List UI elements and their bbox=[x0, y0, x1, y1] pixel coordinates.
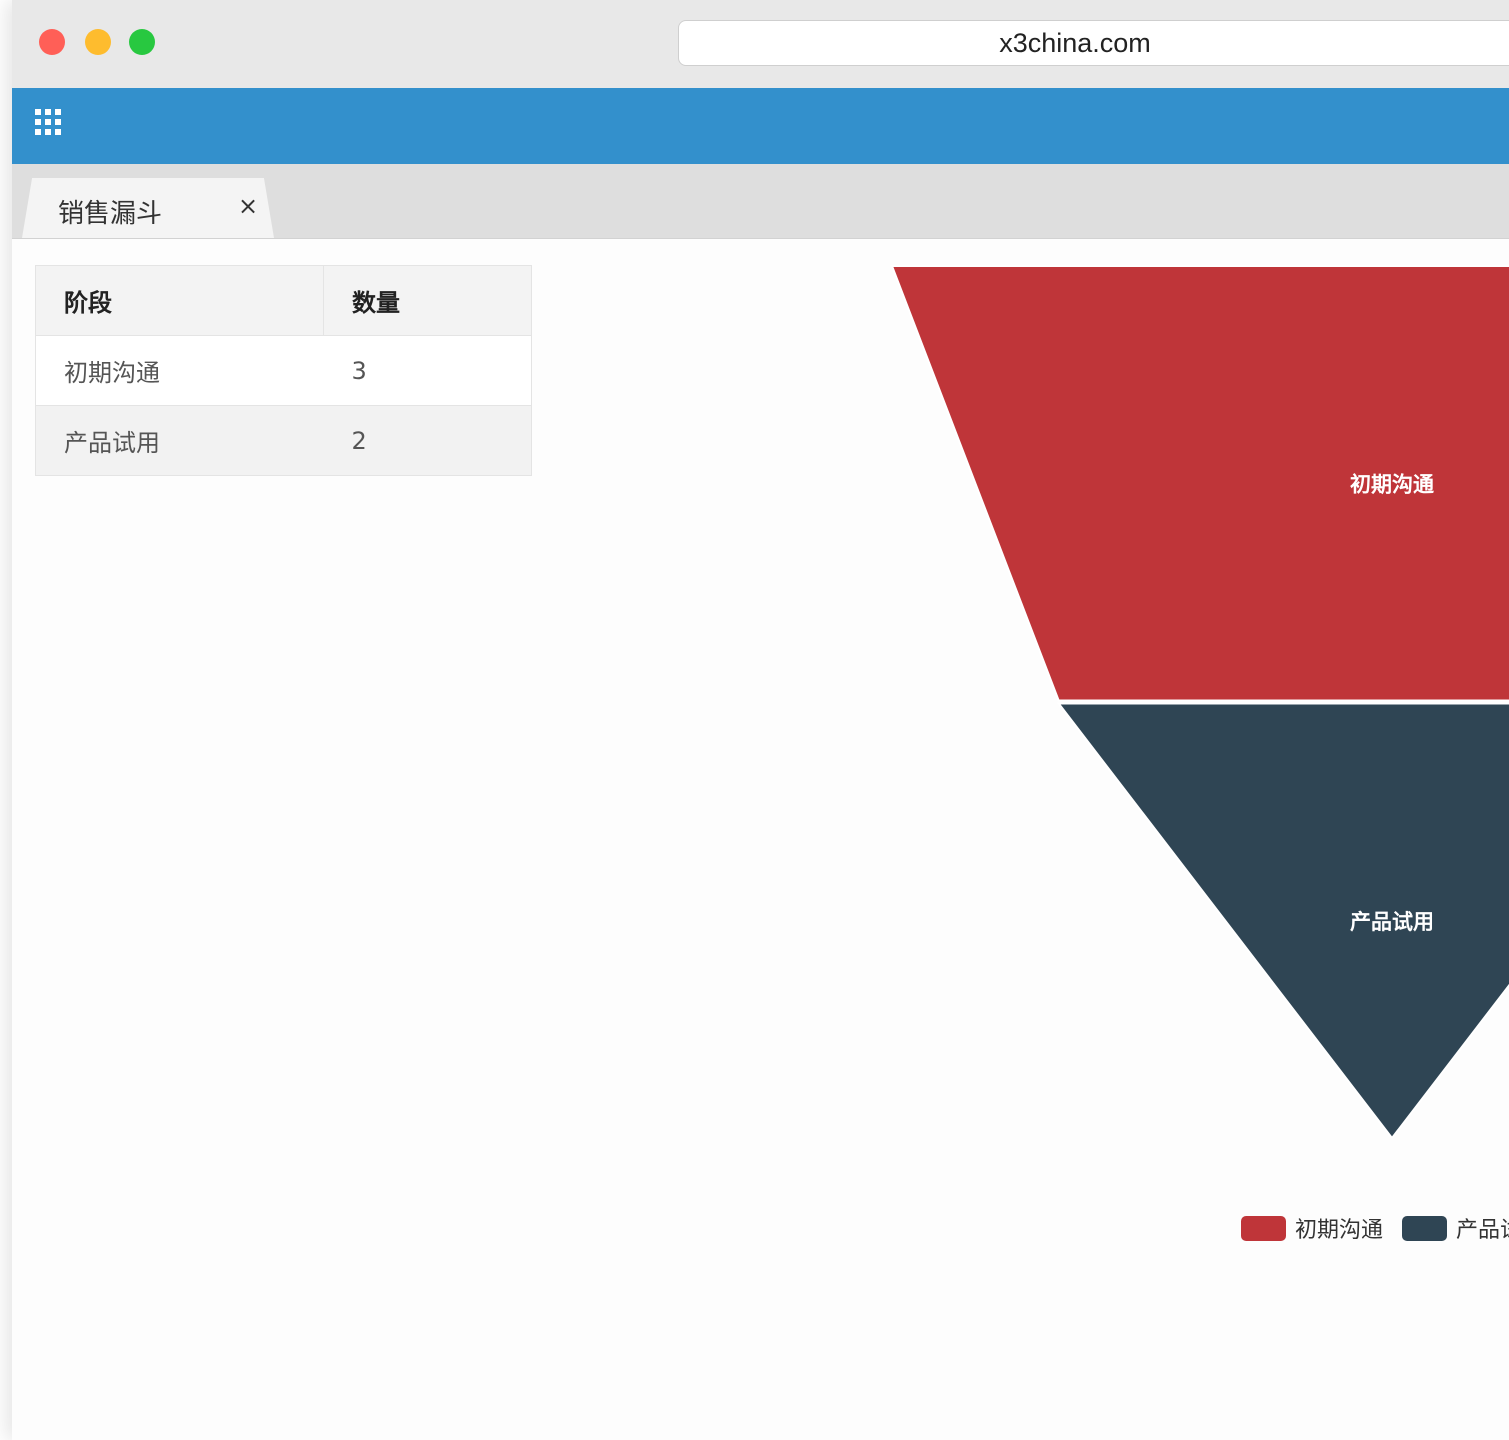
funnel-segment-label: 初期沟通 bbox=[1350, 472, 1434, 496]
stage-cell: 初期沟通 bbox=[35, 335, 324, 406]
tab-strip: 销售漏斗 × bbox=[12, 164, 1509, 239]
minimize-window-button[interactable] bbox=[85, 29, 111, 55]
stage-cell: 产品试用 bbox=[35, 405, 324, 476]
browser-window: x3china.com 销售漏斗 × 阶段 数量 初期沟通 3 产品试用 2 初… bbox=[12, 0, 1509, 1440]
column-header-stage[interactable]: 阶段 bbox=[35, 265, 324, 336]
column-header-count[interactable]: 数量 bbox=[323, 265, 532, 336]
stage-table: 阶段 数量 初期沟通 3 产品试用 2 bbox=[35, 265, 532, 476]
maximize-window-button[interactable] bbox=[129, 29, 155, 55]
app-header bbox=[12, 88, 1509, 164]
close-icon[interactable]: × bbox=[238, 192, 258, 220]
funnel-segment[interactable] bbox=[1056, 702, 1509, 1140]
count-cell: 3 bbox=[323, 335, 532, 406]
funnel-segment-label: 产品试用 bbox=[1350, 910, 1434, 934]
table-row[interactable]: 初期沟通 3 bbox=[35, 335, 532, 406]
legend-label[interactable]: 产品试用 bbox=[1456, 1218, 1509, 1243]
address-bar[interactable]: x3china.com bbox=[678, 20, 1509, 66]
count-cell: 2 bbox=[323, 405, 532, 476]
tab-sales-funnel[interactable]: 销售漏斗 × bbox=[22, 178, 274, 238]
grid-apps-icon[interactable] bbox=[35, 109, 63, 137]
legend-label[interactable]: 初期沟通 bbox=[1295, 1218, 1383, 1243]
legend-swatch[interactable] bbox=[1241, 1216, 1286, 1241]
browser-titlebar: x3china.com bbox=[12, 0, 1509, 89]
funnel-segment[interactable] bbox=[890, 265, 1509, 702]
url-text: x3china.com bbox=[999, 28, 1151, 58]
legend-swatch[interactable] bbox=[1402, 1216, 1447, 1241]
tab-label: 销售漏斗 bbox=[58, 199, 163, 229]
table-header-row: 阶段 数量 bbox=[35, 265, 532, 336]
table-row[interactable]: 产品试用 2 bbox=[35, 405, 532, 476]
close-window-button[interactable] bbox=[39, 29, 65, 55]
